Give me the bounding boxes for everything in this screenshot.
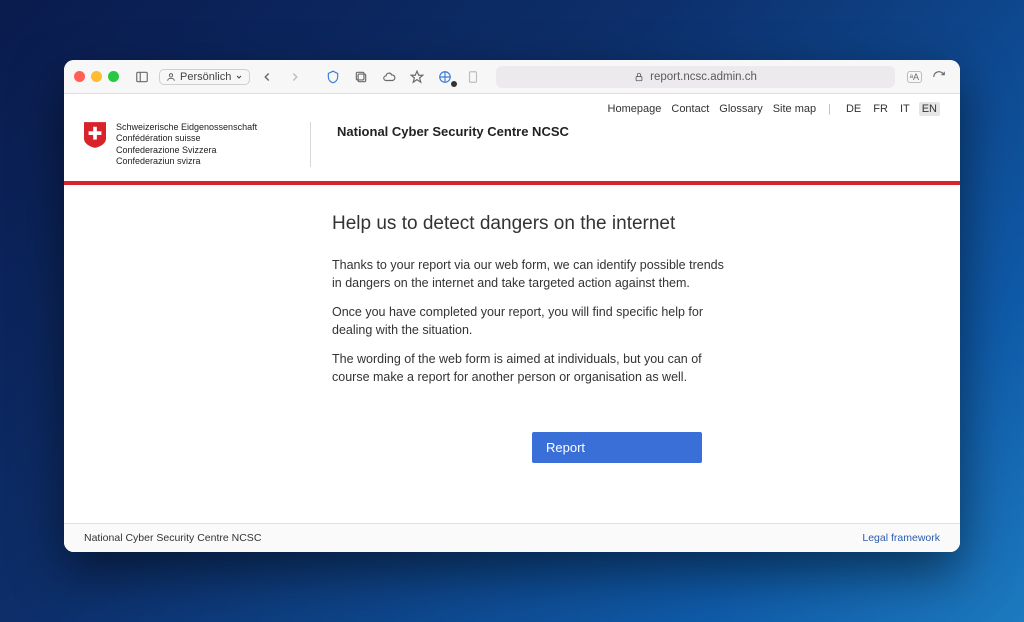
zoom-window-button[interactable] (108, 71, 119, 82)
footer-legal-link[interactable]: Legal framework (862, 532, 940, 544)
nav-homepage[interactable]: Homepage (608, 103, 662, 115)
nav-glossary[interactable]: Glossary (719, 103, 762, 115)
service-nav: Homepage Contact Glossary Site map | DE … (64, 94, 960, 118)
intro-p3: The wording of the web form is aimed at … (332, 351, 732, 386)
intro-p2: Once you have completed your report, you… (332, 304, 732, 339)
report-button[interactable]: Report (532, 432, 702, 463)
tab-groups-button[interactable] (350, 68, 372, 86)
page-heading: Help us to detect dangers on the interne… (332, 213, 732, 235)
gov-line-it: Confederazione Svizzera (116, 145, 257, 156)
reload-button[interactable] (928, 68, 950, 86)
lang-en[interactable]: EN (919, 102, 940, 116)
page-body: Homepage Contact Glossary Site map | DE … (64, 94, 960, 552)
sidebar-toggle-button[interactable] (131, 68, 153, 86)
lang-it[interactable]: IT (897, 102, 913, 116)
privacy-report-button[interactable] (322, 68, 344, 86)
minimize-window-button[interactable] (91, 71, 102, 82)
forward-button[interactable] (284, 68, 306, 86)
nav-contact[interactable]: Contact (671, 103, 709, 115)
lock-icon (634, 72, 644, 82)
site-footer: National Cyber Security Centre NCSC Lega… (64, 523, 960, 552)
traffic-lights (74, 71, 119, 82)
address-bar[interactable]: report.ncsc.admin.ch (496, 66, 894, 88)
federal-logo: Schweizerische Eidgenossenschaft Confédé… (84, 122, 284, 167)
nav-separator: | (828, 103, 831, 115)
profile-label: Persönlich (180, 71, 231, 83)
intro-p1: Thanks to your report via our web form, … (332, 257, 732, 292)
bookmarks-button[interactable] (406, 68, 428, 86)
confederation-text: Schweizerische Eidgenossenschaft Confédé… (116, 122, 257, 167)
icloud-tabs-button[interactable] (378, 68, 400, 86)
header-divider (310, 122, 311, 167)
extensions-button[interactable] (434, 68, 456, 86)
profile-selector[interactable]: Persönlich (159, 69, 250, 85)
swiss-shield-icon (84, 122, 106, 148)
url-host: report.ncsc.admin.ch (650, 71, 757, 83)
downloads-button[interactable] (462, 68, 484, 86)
back-button[interactable] (256, 68, 278, 86)
gov-line-de: Schweizerische Eidgenossenschaft (116, 122, 257, 133)
language-switcher: DE FR IT EN (843, 102, 940, 116)
lang-fr[interactable]: FR (870, 102, 891, 116)
footer-org: National Cyber Security Centre NCSC (84, 532, 261, 544)
close-window-button[interactable] (74, 71, 85, 82)
main-content: Help us to detect dangers on the interne… (64, 185, 960, 523)
translate-button[interactable]: ᵃA (907, 71, 922, 83)
service-nav-links: Homepage Contact Glossary Site map (608, 103, 817, 115)
browser-window: Persönlich report.ncs (64, 60, 960, 552)
site-title: National Cyber Security Centre NCSC (337, 122, 569, 139)
gov-line-rm: Confederaziun svizra (116, 156, 257, 167)
lang-de[interactable]: DE (843, 102, 864, 116)
gov-line-fr: Confédération suisse (116, 133, 257, 144)
site-header: Schweizerische Eidgenossenschaft Confédé… (64, 118, 960, 181)
browser-toolbar: Persönlich report.ncs (64, 60, 960, 94)
nav-sitemap[interactable]: Site map (773, 103, 816, 115)
